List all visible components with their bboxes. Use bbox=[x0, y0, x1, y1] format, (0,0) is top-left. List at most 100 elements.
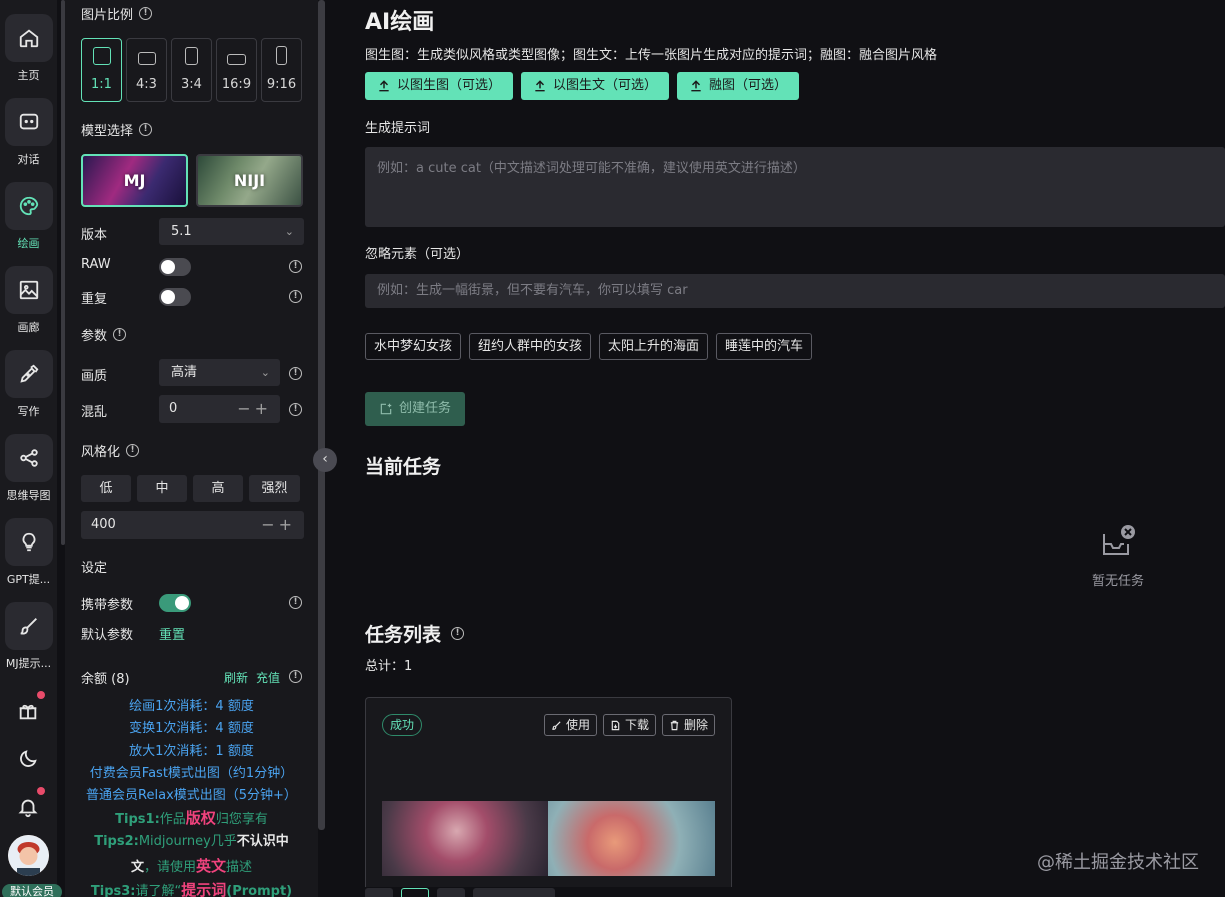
landscape-shape-icon bbox=[137, 52, 156, 65]
avatar[interactable] bbox=[8, 835, 49, 876]
create-task-button[interactable]: 创建任务 bbox=[365, 392, 466, 426]
gift-icon[interactable] bbox=[17, 700, 39, 722]
version-select[interactable]: 5.1 ⌄ bbox=[159, 218, 304, 245]
task-image-grid[interactable] bbox=[382, 801, 715, 876]
stylize-strong-button[interactable]: 强烈 bbox=[249, 475, 300, 502]
ratio-1-1[interactable]: 1:1 bbox=[81, 38, 122, 102]
reset-link[interactable]: 重置 bbox=[159, 624, 185, 643]
nav-item-gallery[interactable]: 画廊 bbox=[0, 266, 57, 335]
nav-item-chat[interactable]: 对话 bbox=[0, 98, 57, 167]
refresh-link[interactable]: 刷新 bbox=[224, 669, 248, 686]
stylize-low-button[interactable]: 低 bbox=[81, 475, 131, 502]
model-mj[interactable]: MJ bbox=[81, 154, 188, 207]
delete-button[interactable]: 删除 bbox=[661, 714, 715, 736]
ratio-label: 16:9 bbox=[221, 77, 252, 92]
chaos-label: 混乱 bbox=[81, 405, 108, 420]
nav-label: 思维导图 bbox=[6, 489, 51, 502]
raw-toggle[interactable] bbox=[159, 258, 191, 276]
download-button[interactable]: 下载 bbox=[602, 714, 656, 736]
pager-size-select[interactable] bbox=[473, 888, 555, 897]
nav-item-write[interactable]: 写作 bbox=[0, 350, 57, 419]
current-tasks-text: 当前任务 bbox=[365, 456, 442, 478]
img2img-upload-button[interactable]: 以图生图（可选） bbox=[365, 72, 514, 100]
info-icon[interactable]: ! bbox=[289, 260, 302, 273]
moon-icon[interactable] bbox=[17, 748, 39, 770]
tips-3: Tips3:请了解“提示词(Prompt) bbox=[65, 878, 318, 897]
info-icon[interactable]: ! bbox=[139, 7, 153, 20]
info-icon[interactable]: ! bbox=[126, 444, 140, 457]
recharge-link[interactable]: 充值 bbox=[256, 669, 280, 686]
upload-icon bbox=[379, 80, 389, 92]
task-image[interactable] bbox=[548, 801, 715, 876]
current-tasks-title: 当前任务 bbox=[365, 452, 441, 479]
ratio-16-9[interactable]: 16:9 bbox=[216, 38, 257, 102]
cost-line: 变换1次消耗：4 额度 bbox=[129, 721, 254, 736]
repeat-toggle[interactable] bbox=[159, 288, 191, 306]
upload-label: 融图（可选） bbox=[709, 78, 788, 93]
upload-label: 以图生文（可选） bbox=[553, 78, 658, 93]
ratio-label: 9:16 bbox=[266, 77, 297, 92]
img2text-upload-button[interactable]: 以图生文（可选） bbox=[521, 72, 670, 100]
info-icon[interactable]: ! bbox=[451, 627, 465, 640]
chat-icon bbox=[19, 113, 38, 130]
task-list-title: 任务列表! bbox=[365, 620, 465, 647]
trash-icon bbox=[670, 720, 679, 730]
nav-item-home[interactable]: 主页 bbox=[0, 14, 57, 83]
quality-select[interactable]: 高清 ⌄ bbox=[159, 359, 280, 386]
gallery-icon bbox=[19, 280, 38, 300]
nav-item-draw[interactable]: 绘画 bbox=[0, 182, 57, 251]
info-icon[interactable]: ! bbox=[289, 670, 302, 683]
tips-label: Tips2: bbox=[94, 834, 139, 849]
model-label: NIJI bbox=[233, 171, 266, 190]
info-icon[interactable]: ! bbox=[289, 403, 302, 416]
params-title-text: 参数 bbox=[81, 329, 108, 344]
stylize-high-button[interactable]: 高 bbox=[193, 475, 243, 502]
version-value: 5.1 bbox=[171, 224, 192, 239]
ratio-4-3[interactable]: 4:3 bbox=[126, 38, 167, 102]
prompt-textarea[interactable]: 例如：a cute cat（中文描述词处理可能不准确，建议使用英文进行描述） bbox=[365, 147, 1225, 227]
minus-plus-icon[interactable]: −+ bbox=[261, 511, 296, 539]
repeat-label: 重复 bbox=[81, 292, 108, 307]
panel-scrollbar[interactable] bbox=[318, 0, 325, 830]
info-icon[interactable]: ! bbox=[289, 290, 302, 303]
model-niji[interactable]: NIJI bbox=[196, 154, 303, 207]
model-options: MJ NIJI bbox=[81, 154, 303, 207]
task-image[interactable] bbox=[382, 801, 548, 876]
preset-button[interactable]: 太阳上升的海面 bbox=[599, 333, 709, 360]
carry-params-toggle[interactable] bbox=[159, 594, 191, 612]
stylize-medium-button[interactable]: 中 bbox=[137, 475, 187, 502]
nav-item-mj-prompts[interactable]: MJ提示... bbox=[0, 602, 57, 671]
preset-button[interactable]: 纽约人群中的女孩 bbox=[469, 333, 592, 360]
chaos-stepper[interactable]: 0 −+ bbox=[159, 395, 280, 423]
tips-text: (Prompt) bbox=[226, 884, 293, 897]
palette-icon bbox=[19, 196, 38, 216]
minus-plus-icon[interactable]: −+ bbox=[237, 395, 272, 423]
nav-item-gpt-prompts[interactable]: GPT提... bbox=[0, 518, 57, 587]
use-button[interactable]: 使用 bbox=[543, 714, 597, 736]
upload-label: 以图生图（可选） bbox=[397, 78, 502, 93]
info-icon[interactable]: ! bbox=[289, 367, 302, 380]
bell-icon[interactable] bbox=[17, 796, 39, 818]
page-description: 图生图：生成类似风格或类型图像；图生文：上传一张图片生成对应的提示词；融图：融合… bbox=[365, 48, 938, 63]
cost-line: 付费会员Fast模式出图（约1分钟） bbox=[89, 766, 294, 781]
wide-shape-icon bbox=[227, 54, 246, 65]
create-task-label: 创建任务 bbox=[399, 401, 452, 416]
nav-label: 画廊 bbox=[17, 321, 40, 334]
pager-prev-button[interactable] bbox=[365, 888, 393, 897]
info-icon[interactable]: ! bbox=[113, 328, 127, 341]
nav-item-mindmap[interactable]: 思维导图 bbox=[0, 434, 57, 503]
blend-upload-button[interactable]: 融图（可选） bbox=[677, 72, 800, 100]
pager-page-button[interactable] bbox=[401, 888, 429, 897]
pager-next-button[interactable] bbox=[437, 888, 465, 897]
ratio-label: 3:4 bbox=[181, 77, 202, 92]
preset-button[interactable]: 水中梦幻女孩 bbox=[365, 333, 462, 360]
add-task-icon bbox=[380, 403, 392, 415]
preset-button[interactable]: 睡莲中的汽车 bbox=[716, 333, 813, 360]
stylize-stepper[interactable]: 400 −+ bbox=[81, 511, 304, 539]
collapse-panel-button[interactable]: ‹ bbox=[313, 448, 337, 472]
info-icon[interactable]: ! bbox=[289, 596, 302, 609]
negative-prompt-input[interactable]: 例如：生成一幅街景，但不要有汽车，你可以填写 car bbox=[365, 274, 1225, 308]
ratio-9-16[interactable]: 9:16 bbox=[261, 38, 302, 102]
info-icon[interactable]: ! bbox=[139, 123, 153, 136]
ratio-3-4[interactable]: 3:4 bbox=[171, 38, 212, 102]
